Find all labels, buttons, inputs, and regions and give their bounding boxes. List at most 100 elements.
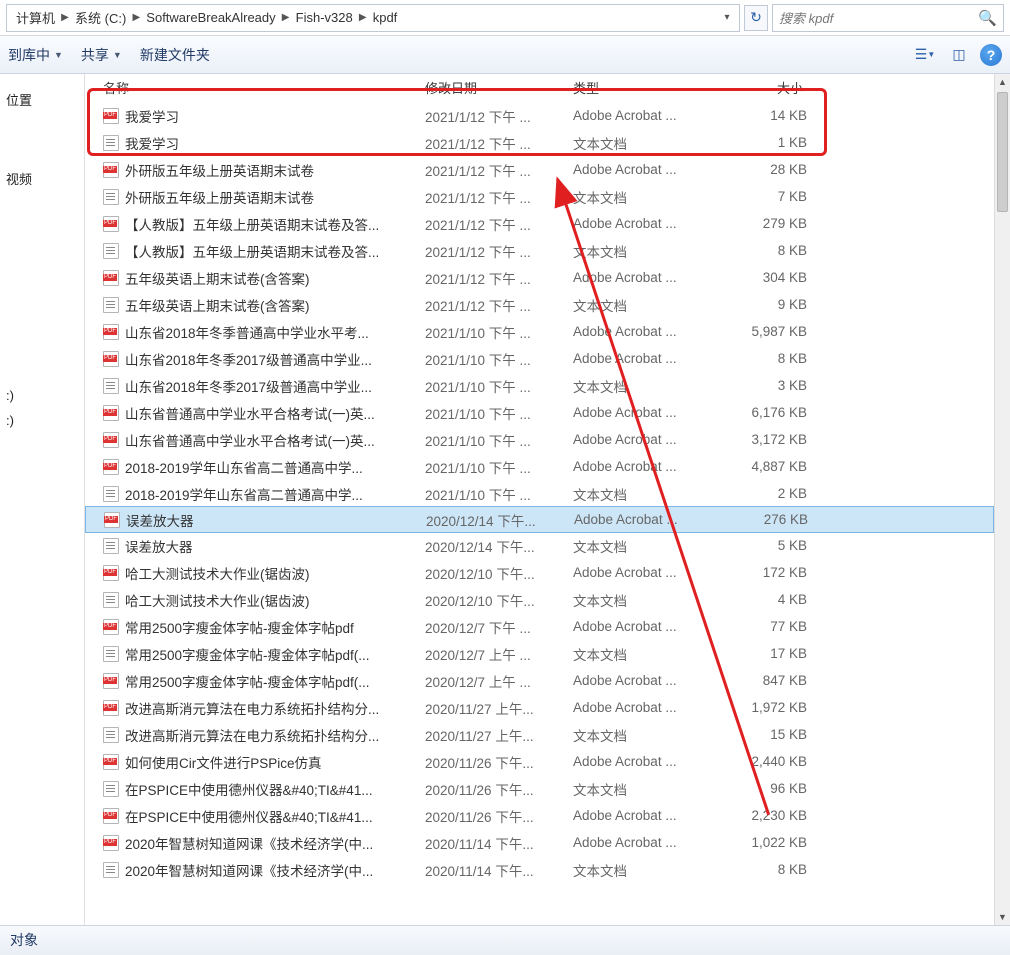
- file-row[interactable]: 误差放大器2020/12/14 下午...文本文档5 KB: [85, 532, 994, 559]
- file-name: 我爱学习: [125, 133, 179, 153]
- text-file-icon: [103, 781, 119, 797]
- file-list[interactable]: 名称 修改日期 类型 大小 我爱学习2021/1/12 下午 ...Adobe …: [85, 74, 994, 925]
- file-row[interactable]: 2018-2019学年山东省高二普通高中学...2021/1/10 下午 ...…: [85, 453, 994, 480]
- file-date: 2021/1/12 下午 ...: [425, 268, 573, 288]
- file-size: 96 KB: [721, 781, 807, 796]
- vertical-scrollbar[interactable]: ▲ ▼: [994, 74, 1010, 925]
- search-input[interactable]: 搜索 kpdf 🔍: [772, 4, 1004, 32]
- file-date: 2021/1/12 下午 ...: [425, 214, 573, 234]
- file-size: 279 KB: [721, 216, 807, 231]
- file-name: 哈工大测试技术大作业(锯齿波): [125, 563, 310, 583]
- file-size: 6,176 KB: [721, 405, 807, 420]
- text-file-icon: [103, 135, 119, 151]
- file-row[interactable]: 改进高斯消元算法在电力系统拓扑结构分...2020/11/27 上午...Ado…: [85, 694, 994, 721]
- share-button[interactable]: 共享▼: [81, 45, 122, 65]
- search-icon[interactable]: 🔍: [978, 9, 997, 27]
- file-size: 8 KB: [721, 243, 807, 258]
- sidebar-item-video[interactable]: 视频: [6, 169, 78, 188]
- file-date: 2021/1/10 下午 ...: [425, 457, 573, 477]
- crumb-drive[interactable]: 系统 (C:): [70, 5, 131, 31]
- pdf-file-icon: [103, 754, 119, 770]
- file-row[interactable]: 我爱学习2021/1/12 下午 ...Adobe Acrobat ...14 …: [85, 102, 994, 129]
- file-row[interactable]: 我爱学习2021/1/12 下午 ...文本文档1 KB: [85, 129, 994, 156]
- file-size: 15 KB: [721, 727, 807, 742]
- text-file-icon: [103, 243, 119, 259]
- file-size: 2 KB: [721, 486, 807, 501]
- help-button[interactable]: ?: [980, 44, 1002, 66]
- file-size: 8 KB: [721, 351, 807, 366]
- chevron-right-icon[interactable]: ▶: [60, 5, 70, 31]
- sidebar-item-location[interactable]: 位置: [6, 90, 78, 109]
- nav-pane[interactable]: 位置 视频 :) :): [0, 74, 85, 925]
- preview-pane-button[interactable]: ◫: [946, 43, 972, 67]
- chevron-right-icon[interactable]: ▶: [358, 5, 368, 31]
- file-row[interactable]: 哈工大测试技术大作业(锯齿波)2020/12/10 下午...Adobe Acr…: [85, 559, 994, 586]
- file-row[interactable]: 山东省2018年冬季2017级普通高中学业...2021/1/10 下午 ...…: [85, 372, 994, 399]
- file-size: 847 KB: [721, 673, 807, 688]
- file-row[interactable]: 2018-2019学年山东省高二普通高中学...2021/1/10 下午 ...…: [85, 480, 994, 507]
- column-type[interactable]: 类型: [573, 78, 721, 97]
- file-row[interactable]: 在PSPICE中使用德州仪器&#40;TI&#41...2020/11/26 下…: [85, 802, 994, 829]
- file-row[interactable]: 误差放大器2020/12/14 下午...Adobe Acrobat ...27…: [85, 506, 994, 533]
- file-row[interactable]: 2020年智慧树知道网课《技术经济学(中...2020/11/14 下午...A…: [85, 829, 994, 856]
- file-row[interactable]: 常用2500字瘦金体字帖-瘦金体字帖pdf2020/12/7 下午 ...Ado…: [85, 613, 994, 640]
- file-row[interactable]: 外研版五年级上册英语期末试卷2021/1/12 下午 ...Adobe Acro…: [85, 156, 994, 183]
- file-size: 4 KB: [721, 592, 807, 607]
- file-row[interactable]: 山东省2018年冬季2017级普通高中学业...2021/1/10 下午 ...…: [85, 345, 994, 372]
- file-row[interactable]: 五年级英语上期末试卷(含答案)2021/1/12 下午 ...Adobe Acr…: [85, 264, 994, 291]
- new-folder-button[interactable]: 新建文件夹: [140, 45, 210, 65]
- file-date: 2020/11/27 上午...: [425, 698, 573, 718]
- file-size: 3,172 KB: [721, 432, 807, 447]
- file-row[interactable]: 山东省普通高中学业水平合格考试(一)英...2021/1/10 下午 ...Ad…: [85, 426, 994, 453]
- breadcrumb-path[interactable]: 计算机 ▶ 系统 (C:) ▶ SoftwareBreakAlready ▶ F…: [6, 4, 740, 32]
- refresh-button[interactable]: ↻: [744, 5, 768, 31]
- file-name: 五年级英语上期末试卷(含答案): [125, 268, 310, 288]
- chevron-down-icon[interactable]: ▾: [719, 12, 735, 23]
- sidebar-item-drive-c[interactable]: :): [6, 388, 78, 403]
- file-type: 文本文档: [573, 295, 721, 315]
- file-type: 文本文档: [573, 484, 721, 504]
- file-row[interactable]: 山东省2018年冬季普通高中学业水平考...2021/1/10 下午 ...Ad…: [85, 318, 994, 345]
- column-name[interactable]: 名称: [103, 78, 425, 97]
- crumb-folder-2[interactable]: Fish-v328: [291, 5, 358, 31]
- crumb-folder-1[interactable]: SoftwareBreakAlready: [141, 5, 280, 31]
- file-size: 7 KB: [721, 189, 807, 204]
- column-headers[interactable]: 名称 修改日期 类型 大小: [85, 74, 994, 100]
- file-row[interactable]: 【人教版】五年级上册英语期末试卷及答...2021/1/12 下午 ...文本文…: [85, 237, 994, 264]
- file-size: 304 KB: [721, 270, 807, 285]
- address-bar: 计算机 ▶ 系统 (C:) ▶ SoftwareBreakAlready ▶ F…: [0, 0, 1010, 36]
- file-name: 山东省2018年冬季2017级普通高中学业...: [125, 376, 372, 396]
- file-row[interactable]: 【人教版】五年级上册英语期末试卷及答...2021/1/12 下午 ...Ado…: [85, 210, 994, 237]
- sidebar-item-drive-d[interactable]: :): [6, 413, 78, 428]
- search-placeholder: 搜索 kpdf: [779, 8, 833, 27]
- file-date: 2020/11/14 下午...: [425, 833, 573, 853]
- column-size[interactable]: 大小: [721, 78, 807, 97]
- file-row[interactable]: 常用2500字瘦金体字帖-瘦金体字帖pdf(...2020/12/7 上午 ..…: [85, 640, 994, 667]
- text-file-icon: [103, 862, 119, 878]
- crumb-folder-3[interactable]: kpdf: [368, 5, 403, 31]
- file-row[interactable]: 改进高斯消元算法在电力系统拓扑结构分...2020/11/27 上午...文本文…: [85, 721, 994, 748]
- crumb-computer[interactable]: 计算机: [11, 5, 60, 31]
- file-row[interactable]: 如何使用Cir文件进行PSPice仿真2020/11/26 下午...Adobe…: [85, 748, 994, 775]
- view-options-button[interactable]: ☰ ▼: [912, 43, 938, 67]
- file-row[interactable]: 外研版五年级上册英语期末试卷2021/1/12 下午 ...文本文档7 KB: [85, 183, 994, 210]
- file-size: 172 KB: [721, 565, 807, 580]
- include-in-library-button[interactable]: 到库中▼: [8, 45, 63, 65]
- scroll-thumb[interactable]: [997, 92, 1008, 212]
- file-row[interactable]: 2020年智慧树知道网课《技术经济学(中...2020/11/14 下午...文…: [85, 856, 994, 883]
- scroll-down-icon[interactable]: ▼: [995, 909, 1010, 925]
- file-row[interactable]: 五年级英语上期末试卷(含答案)2021/1/12 下午 ...文本文档9 KB: [85, 291, 994, 318]
- file-name: 常用2500字瘦金体字帖-瘦金体字帖pdf(...: [125, 644, 370, 664]
- file-type: Adobe Acrobat ...: [573, 808, 721, 823]
- command-bar: 到库中▼ 共享▼ 新建文件夹 ☰ ▼ ◫ ?: [0, 36, 1010, 74]
- file-row[interactable]: 山东省普通高中学业水平合格考试(一)英...2021/1/10 下午 ...Ad…: [85, 399, 994, 426]
- file-row[interactable]: 哈工大测试技术大作业(锯齿波)2020/12/10 下午...文本文档4 KB: [85, 586, 994, 613]
- chevron-right-icon[interactable]: ▶: [131, 5, 141, 31]
- chevron-right-icon[interactable]: ▶: [281, 5, 291, 31]
- column-date[interactable]: 修改日期: [425, 78, 573, 97]
- file-size: 4,887 KB: [721, 459, 807, 474]
- scroll-up-icon[interactable]: ▲: [995, 74, 1010, 90]
- file-row[interactable]: 常用2500字瘦金体字帖-瘦金体字帖pdf(...2020/12/7 上午 ..…: [85, 667, 994, 694]
- file-name: 山东省2018年冬季普通高中学业水平考...: [125, 322, 369, 342]
- file-row[interactable]: 在PSPICE中使用德州仪器&#40;TI&#41...2020/11/26 下…: [85, 775, 994, 802]
